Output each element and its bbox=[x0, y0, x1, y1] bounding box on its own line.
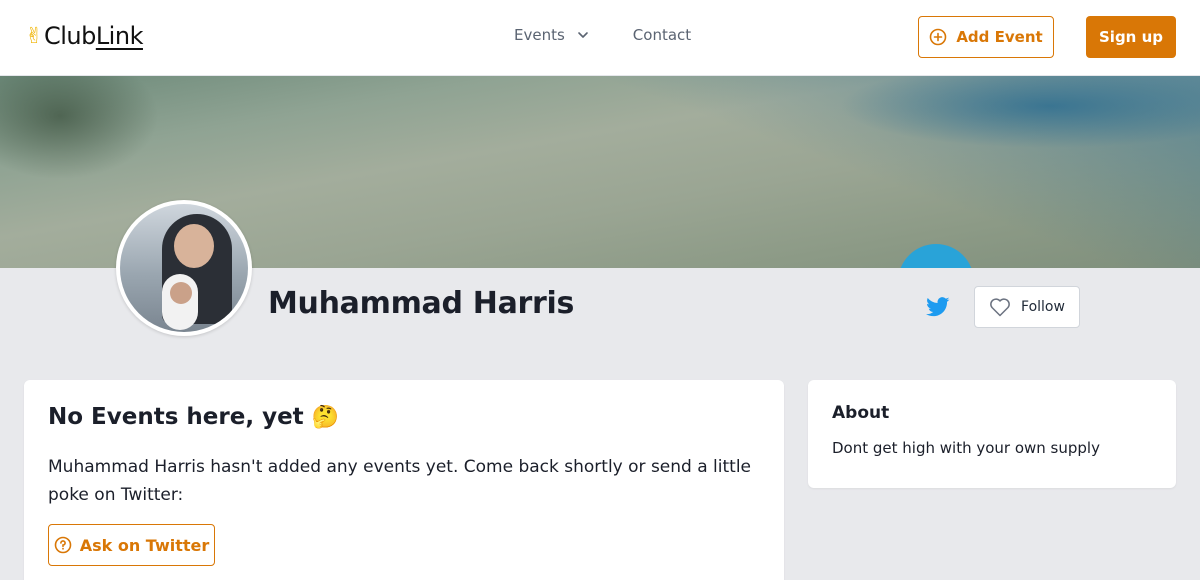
chevron-down-icon bbox=[577, 32, 588, 38]
ask-on-twitter-button[interactable]: Ask on Twitter bbox=[48, 524, 215, 566]
about-title: About bbox=[832, 403, 890, 423]
nav-contact-link[interactable]: Contact bbox=[633, 26, 691, 44]
avatar-photo bbox=[120, 204, 248, 332]
add-event-button[interactable]: Add Event bbox=[918, 16, 1054, 58]
sign-up-button[interactable]: Sign up bbox=[1086, 16, 1176, 58]
thinking-face-icon: 🤔 bbox=[311, 404, 340, 430]
no-events-title: No Events here, yet 🤔 bbox=[48, 404, 339, 430]
add-event-label: Add Event bbox=[956, 28, 1043, 46]
no-events-title-text: No Events here, yet bbox=[48, 404, 304, 430]
nav-events-dropdown[interactable]: Events bbox=[514, 26, 591, 44]
no-events-message: Muhammad Harris hasn't added any events … bbox=[48, 457, 752, 505]
profile-name: Muhammad Harris bbox=[268, 286, 575, 321]
victory-hand-icon: ✌ bbox=[25, 23, 43, 49]
banner-decoration bbox=[898, 244, 974, 268]
follow-button[interactable]: Follow bbox=[974, 286, 1080, 328]
top-navbar: ✌ Club Link Events Contact Add Event Sig… bbox=[0, 0, 1200, 76]
ask-on-twitter-label: Ask on Twitter bbox=[79, 535, 210, 555]
question-circle-icon bbox=[54, 536, 72, 554]
logo-link-text: Link bbox=[95, 22, 144, 50]
about-text: Dont get high with your own supply bbox=[832, 439, 1100, 457]
nav-events-label: Events bbox=[514, 26, 565, 44]
plus-circle-icon bbox=[930, 28, 947, 46]
nav-contact-label: Contact bbox=[632, 26, 692, 44]
about-card: About Dont get high with your own supply bbox=[808, 380, 1176, 488]
logo-club-text: Club bbox=[43, 22, 96, 50]
sign-up-label: Sign up bbox=[1099, 28, 1163, 46]
heart-icon bbox=[990, 298, 1010, 317]
nav-links: Events Contact bbox=[514, 26, 691, 44]
clublink-logo[interactable]: ✌ Club Link bbox=[25, 22, 143, 50]
follow-label: Follow bbox=[1021, 299, 1065, 315]
twitter-icon[interactable] bbox=[926, 297, 950, 317]
events-card: No Events here, yet 🤔 Muhammad Harris ha… bbox=[24, 380, 784, 580]
avatar bbox=[116, 200, 252, 336]
